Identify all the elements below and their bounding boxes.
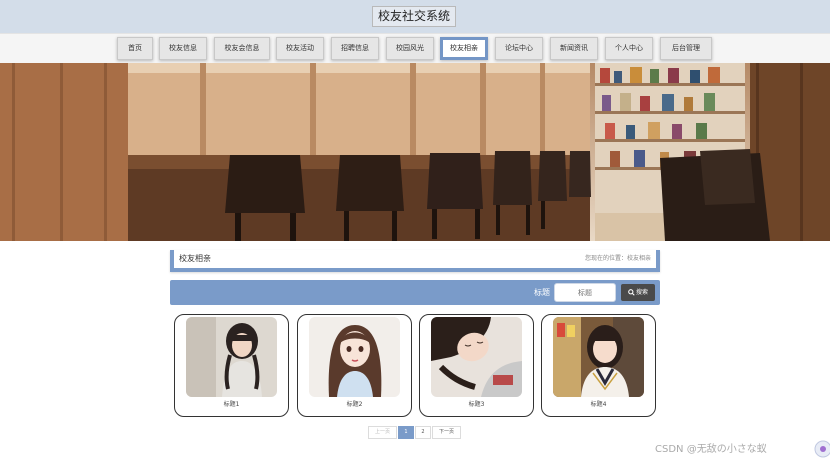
profile-card-1[interactable]: 标题1 [174, 314, 289, 417]
nav-item-personal-center[interactable]: 个人中心 [605, 37, 653, 60]
profile-photo-1 [186, 317, 277, 397]
profile-photo-4 [553, 317, 644, 397]
nav-item-alumni-dating[interactable]: 校友相亲 [440, 37, 488, 60]
breadcrumb-current[interactable]: 校友相亲 [627, 253, 651, 265]
profile-card-2[interactable]: 标题2 [297, 314, 412, 417]
profile-photo-3 [431, 317, 522, 397]
site-header: 校友社交系统 [0, 0, 830, 33]
nav-item-alumni-info[interactable]: 校友信息 [159, 37, 207, 60]
profile-caption-1: 标题1 [223, 401, 240, 408]
search-button[interactable]: 搜索 [621, 284, 655, 301]
page-button-1[interactable]: 1 [398, 426, 414, 439]
nav-item-alumni-association[interactable]: 校友会信息 [214, 37, 270, 60]
profile-caption-4: 标题4 [590, 401, 607, 408]
site-title: 校友社交系统 [372, 6, 457, 27]
section-title: 校友相亲 [179, 254, 211, 263]
profile-card-3[interactable]: 标题3 [419, 314, 534, 417]
nav-item-forum[interactable]: 论坛中心 [495, 37, 543, 60]
prev-page-button[interactable]: 上一页 [368, 426, 397, 439]
main-nav: 首页 校友信息 校友会信息 校友活动 招聘信息 校园风光 校友相亲 论坛中心 新… [0, 33, 830, 63]
nav-item-recruitment[interactable]: 招聘信息 [331, 37, 379, 60]
search-input[interactable] [554, 283, 616, 302]
nav-item-campus-scenery[interactable]: 校园风光 [386, 37, 434, 60]
nav-item-news[interactable]: 新闻资讯 [550, 37, 598, 60]
search-bar: 标题 搜索 [170, 280, 660, 305]
profile-caption-2: 标题2 [346, 401, 363, 408]
floating-widget-icon[interactable] [814, 440, 830, 458]
profile-photo-2 [309, 317, 400, 397]
search-label: 标题 [534, 288, 550, 297]
profile-card-4[interactable]: 标题4 [541, 314, 656, 417]
search-icon [628, 289, 635, 296]
page-button-2[interactable]: 2 [415, 426, 431, 439]
nav-item-alumni-activities[interactable]: 校友活动 [276, 37, 324, 60]
breadcrumb-prefix: 您现在的位置： [584, 255, 627, 262]
breadcrumb: 您现在的位置：校友相亲 [585, 253, 651, 265]
watermark: CSDN @无敌の小さな蚁 [655, 444, 767, 455]
section-header: 校友相亲 您现在的位置：校友相亲 [170, 250, 660, 272]
nav-item-admin[interactable]: 后台管理 [660, 37, 712, 60]
nav-item-home[interactable]: 首页 [117, 37, 153, 60]
banner-carousel[interactable] [0, 63, 830, 241]
next-page-button[interactable]: 下一页 [432, 426, 461, 439]
profile-caption-3: 标题3 [468, 401, 485, 408]
banner-image [0, 63, 830, 241]
search-button-label: 搜索 [635, 289, 648, 296]
